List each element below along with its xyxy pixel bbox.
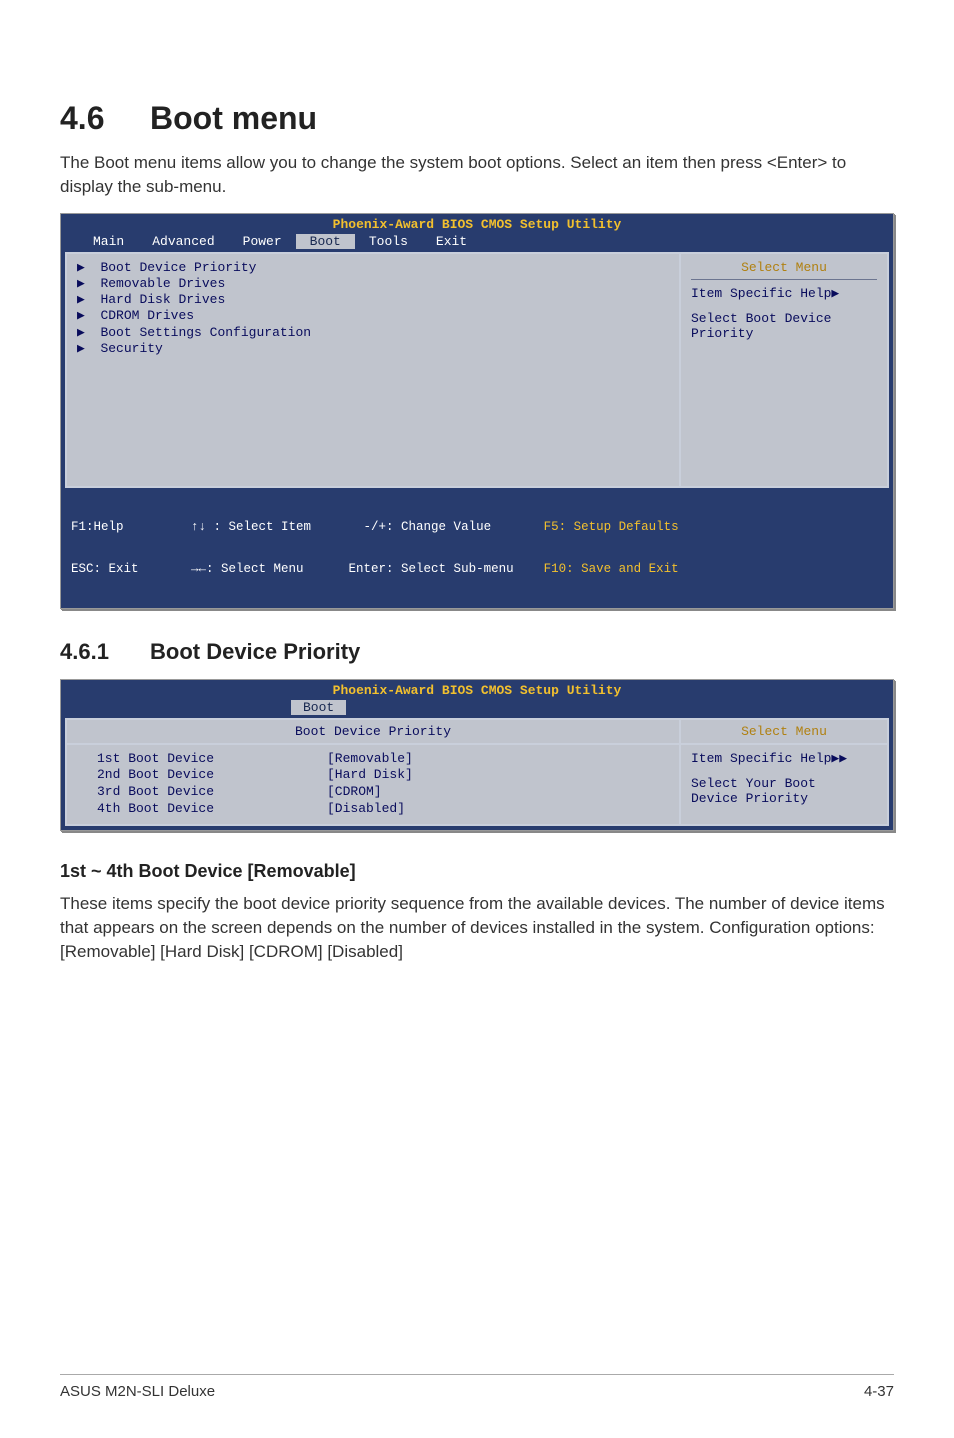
bios-item-label: Security bbox=[100, 341, 162, 356]
bios-subheader: Boot Device Priority Select Menu bbox=[67, 720, 887, 745]
bios-item[interactable]: 2nd Boot Device[Hard Disk] bbox=[97, 767, 669, 784]
bios-item-label: 3rd Boot Device bbox=[97, 784, 327, 801]
bios-item-value: [Disabled] bbox=[327, 801, 405, 818]
footer-keys-left: F1:Help ↑↓ : Select Item -/+: Change Val… bbox=[71, 492, 514, 604]
item-specific-help: Item Specific Help▶▶ bbox=[691, 751, 877, 766]
item-specific-help: Item Specific Help▶ bbox=[691, 286, 877, 301]
bios-item[interactable]: ▶ Hard Disk Drives bbox=[77, 292, 669, 308]
bios-item[interactable]: 1st Boot Device[Removable] bbox=[97, 751, 669, 768]
menu-main[interactable]: Main bbox=[79, 234, 138, 249]
bios-item-label: Boot Device Priority bbox=[100, 260, 256, 275]
footer-product: ASUS M2N-SLI Deluxe bbox=[60, 1383, 215, 1400]
bios-help-pane: Select Menu Item Specific Help▶ Select B… bbox=[679, 254, 887, 486]
setting-heading: 1st ~ 4th Boot Device [Removable] bbox=[60, 861, 894, 882]
footer-page-number: 4-37 bbox=[864, 1383, 894, 1400]
bios-menubar-sub: Boot bbox=[61, 699, 893, 718]
bios-item-label: Hard Disk Drives bbox=[100, 292, 225, 307]
subsection-number: 4.6.1 bbox=[60, 639, 150, 665]
section-intro: The Boot menu items allow you to change … bbox=[60, 151, 894, 199]
section-heading: 4.6Boot menu bbox=[60, 100, 894, 137]
bios-item-label: Removable Drives bbox=[100, 276, 225, 291]
footer-keys-right: F5: Setup Defaults F10: Save and Exit bbox=[514, 492, 883, 604]
footer-line: ESC: Exit →←: Select Menu Enter: Select … bbox=[71, 562, 514, 576]
setting-description: These items specify the boot device prio… bbox=[60, 892, 894, 963]
submenu-icon: ▶ bbox=[77, 292, 100, 307]
bios-help-pane: Item Specific Help▶▶ Select Your Boot De… bbox=[679, 745, 887, 825]
menu-advanced[interactable]: Advanced bbox=[138, 234, 228, 249]
bios-item-value: [Hard Disk] bbox=[327, 767, 413, 784]
submenu-icon: ▶ bbox=[77, 276, 100, 291]
bios-item[interactable]: ▶ Boot Settings Configuration bbox=[77, 325, 669, 341]
bios-item[interactable]: 3rd Boot Device[CDROM] bbox=[97, 784, 669, 801]
help-description: Select Your Boot bbox=[691, 776, 877, 791]
bios-item[interactable]: ▶ CDROM Drives bbox=[77, 308, 669, 324]
footer-line: F1:Help ↑↓ : Select Item -/+: Change Val… bbox=[71, 520, 514, 534]
menu-power[interactable]: Power bbox=[229, 234, 296, 249]
footer-line: F5: Setup Defaults bbox=[514, 520, 883, 534]
bios-title: Phoenix-Award BIOS CMOS Setup Utility bbox=[61, 214, 893, 233]
bios-item-label: 4th Boot Device bbox=[97, 801, 327, 818]
bios-item[interactable]: ▶ Removable Drives bbox=[77, 276, 669, 292]
bios-items-pane: 1st Boot Device[Removable] 2nd Boot Devi… bbox=[67, 745, 679, 825]
bios-items-pane: ▶ Boot Device Priority ▶ Removable Drive… bbox=[67, 254, 679, 486]
menu-boot[interactable]: Boot bbox=[291, 700, 346, 715]
bios-title: Phoenix-Award BIOS CMOS Setup Utility bbox=[61, 680, 893, 699]
bios-item-label: 2nd Boot Device bbox=[97, 767, 327, 784]
menu-exit[interactable]: Exit bbox=[422, 234, 481, 249]
submenu-icon: ▶ bbox=[77, 341, 100, 356]
section-number: 4.6 bbox=[60, 100, 150, 137]
help-description: Select Boot Device bbox=[691, 311, 877, 326]
menu-tools[interactable]: Tools bbox=[355, 234, 422, 249]
bios-item-label: CDROM Drives bbox=[100, 308, 194, 323]
bios-item-label: Boot Settings Configuration bbox=[100, 325, 311, 340]
submenu-icon: ▶ bbox=[77, 260, 100, 275]
submenu-icon: ▶ bbox=[77, 308, 100, 323]
bios-item[interactable]: ▶ Security bbox=[77, 341, 669, 357]
bios-item[interactable]: 4th Boot Device[Disabled] bbox=[97, 801, 669, 818]
bios-item[interactable]: ▶ Boot Device Priority bbox=[77, 260, 669, 276]
page-footer: ASUS M2N-SLI Deluxe 4-37 bbox=[60, 1374, 894, 1400]
menu-boot[interactable]: Boot bbox=[296, 234, 355, 249]
bios-item-label: 1st Boot Device bbox=[97, 751, 327, 768]
subsection-title: Boot Device Priority bbox=[150, 639, 360, 664]
subsection-heading: 4.6.1Boot Device Priority bbox=[60, 639, 894, 665]
help-description: Device Priority bbox=[691, 791, 877, 806]
spacer bbox=[61, 700, 291, 715]
bios-footer: F1:Help ↑↓ : Select Item -/+: Change Val… bbox=[61, 490, 893, 608]
bios-item-value: [CDROM] bbox=[327, 784, 382, 801]
help-description: Priority bbox=[691, 326, 877, 341]
section-title: Boot menu bbox=[150, 100, 317, 136]
sub-screen-title: Boot Device Priority bbox=[67, 720, 679, 745]
select-menu-label: Select Menu bbox=[691, 260, 877, 280]
bios-menubar: Main Advanced Power Boot Tools Exit bbox=[61, 233, 893, 252]
bios-screen-sub: Phoenix-Award BIOS CMOS Setup Utility Bo… bbox=[60, 679, 894, 832]
submenu-icon: ▶ bbox=[77, 325, 100, 340]
bios-screen-main: Phoenix-Award BIOS CMOS Setup Utility Ma… bbox=[60, 213, 894, 609]
footer-line: F10: Save and Exit bbox=[514, 562, 883, 576]
select-menu-label: Select Menu bbox=[679, 720, 887, 745]
bios-item-value: [Removable] bbox=[327, 751, 413, 768]
